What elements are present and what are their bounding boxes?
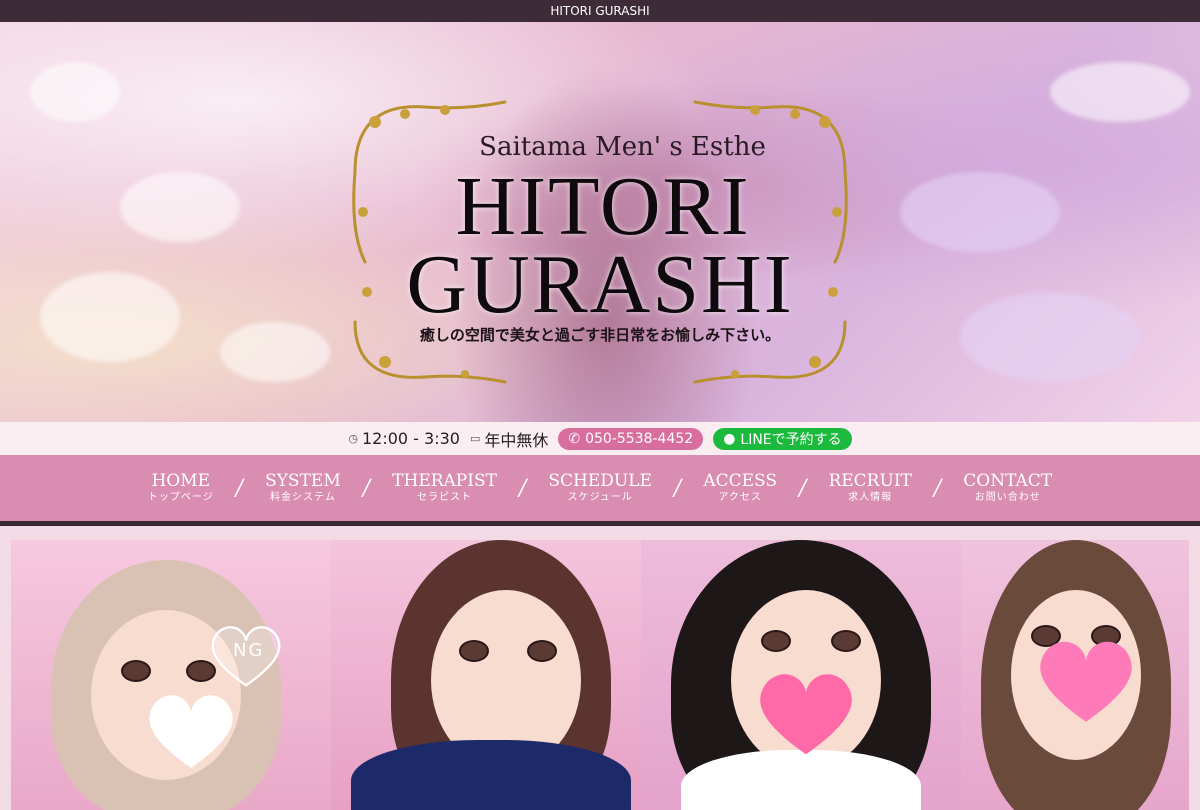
nav-item-system[interactable]: SYSTEM 料金システム	[243, 471, 363, 505]
therapist-photo	[961, 540, 1189, 810]
site-logo[interactable]: Saitama Men' s Esthe HITORI GURASHI 癒しの空…	[345, 92, 855, 392]
logo-name-line2: GURASHI	[406, 238, 794, 331]
nav-separator: /	[799, 475, 807, 501]
eye-shape	[761, 630, 791, 652]
line-reserve-label: LINEで予約する	[740, 431, 842, 448]
nav-separator: /	[362, 475, 371, 501]
nav-item-sublabel: アクセス	[718, 492, 762, 503]
nav-item-label: CONTACT	[963, 471, 1053, 491]
nav-item-sublabel: スケジュール	[567, 492, 633, 503]
nav-item-sublabel: お問い合わせ	[974, 492, 1041, 503]
nav-separator: /	[673, 475, 682, 501]
nav-item-sublabel: 料金システム	[270, 492, 336, 503]
decor-petal	[220, 322, 330, 382]
nav-item-label: RECRUIT	[828, 471, 912, 491]
logo-subtitle: Saitama Men' s Esthe	[479, 132, 766, 162]
nav-item-label: SCHEDULE	[548, 471, 652, 491]
holiday-text: 年中無休	[484, 430, 549, 450]
nav-item-label: THERAPIST	[392, 471, 497, 491]
nav-item-therapist[interactable]: THERAPIST セラピスト	[370, 471, 519, 505]
therapist-photo	[331, 540, 641, 810]
nav-item-label: HOME	[151, 471, 211, 491]
decor-petal	[960, 292, 1140, 382]
therapist-banner[interactable]: NG	[11, 540, 1189, 810]
nav-item-sublabel: トップページ	[147, 492, 214, 503]
line-reserve-button[interactable]: ● LINEで予約する	[713, 427, 852, 450]
phone-button[interactable]: ✆ 050-5538-4452	[558, 427, 704, 450]
phone-number: 050-5538-4452	[585, 430, 694, 447]
nav-item-label: ACCESS	[703, 471, 778, 491]
eye-shape	[459, 640, 489, 662]
nav-separator: /	[933, 475, 942, 501]
nav-item-label: SYSTEM	[265, 471, 341, 491]
business-hours: ◷ 12:00 - 3:30	[348, 429, 460, 448]
nav-item-contact[interactable]: CONTACT お問い合わせ	[941, 471, 1074, 505]
main-nav: HOME トップページ / SYSTEM 料金システム / THERAPIST …	[0, 455, 1200, 526]
decor-petal	[120, 172, 240, 242]
site-title: HITORI GURASHI	[550, 4, 650, 18]
nav-item-sublabel: 求人情報	[848, 492, 893, 503]
nav-item-schedule[interactable]: SCHEDULE スケジュール	[526, 471, 674, 505]
phone-icon: ✆	[568, 430, 581, 447]
site-title-bar: HITORI GURASHI	[0, 0, 1200, 22]
decor-petal	[30, 62, 120, 122]
decor-petal	[900, 172, 1060, 252]
therapist-photo	[641, 540, 961, 810]
eye-shape	[121, 660, 151, 682]
calendar-icon: ▭	[469, 432, 481, 445]
heart-censor-icon	[1040, 641, 1132, 722]
clock-icon: ◷	[348, 432, 358, 445]
eye-shape	[831, 630, 861, 652]
info-bar: ◷ 12:00 - 3:30 ▭ 年中無休 ✆ 050-5538-4452 ● …	[0, 422, 1200, 455]
ng-label: NG	[233, 640, 265, 661]
therapist-photo: NG	[11, 540, 331, 810]
nav-item-access[interactable]: ACCESS アクセス	[681, 471, 799, 505]
nav-separator: /	[235, 475, 244, 501]
decor-petal	[1050, 62, 1190, 122]
decor-petal	[40, 272, 180, 362]
heart-censor-icon	[149, 695, 233, 768]
logo-tagline: 癒しの空間で美女と過ごす非日常をお愉しみ下さい。	[419, 326, 781, 344]
nav-item-home[interactable]: HOME トップページ	[126, 471, 236, 505]
eye-shape	[527, 640, 557, 662]
nav-item-recruit[interactable]: RECRUIT 求人情報	[806, 471, 933, 505]
hours-text: 12:00 - 3:30	[361, 429, 460, 448]
line-chat-icon: ●	[723, 430, 736, 447]
holiday-info: ▭ 年中無休	[470, 427, 548, 451]
heart-censor-icon	[760, 674, 852, 755]
hero-header: Saitama Men' s Esthe HITORI GURASHI 癒しの空…	[0, 22, 1200, 422]
nav-item-sublabel: セラピスト	[417, 492, 473, 503]
nav-separator: /	[518, 475, 527, 501]
